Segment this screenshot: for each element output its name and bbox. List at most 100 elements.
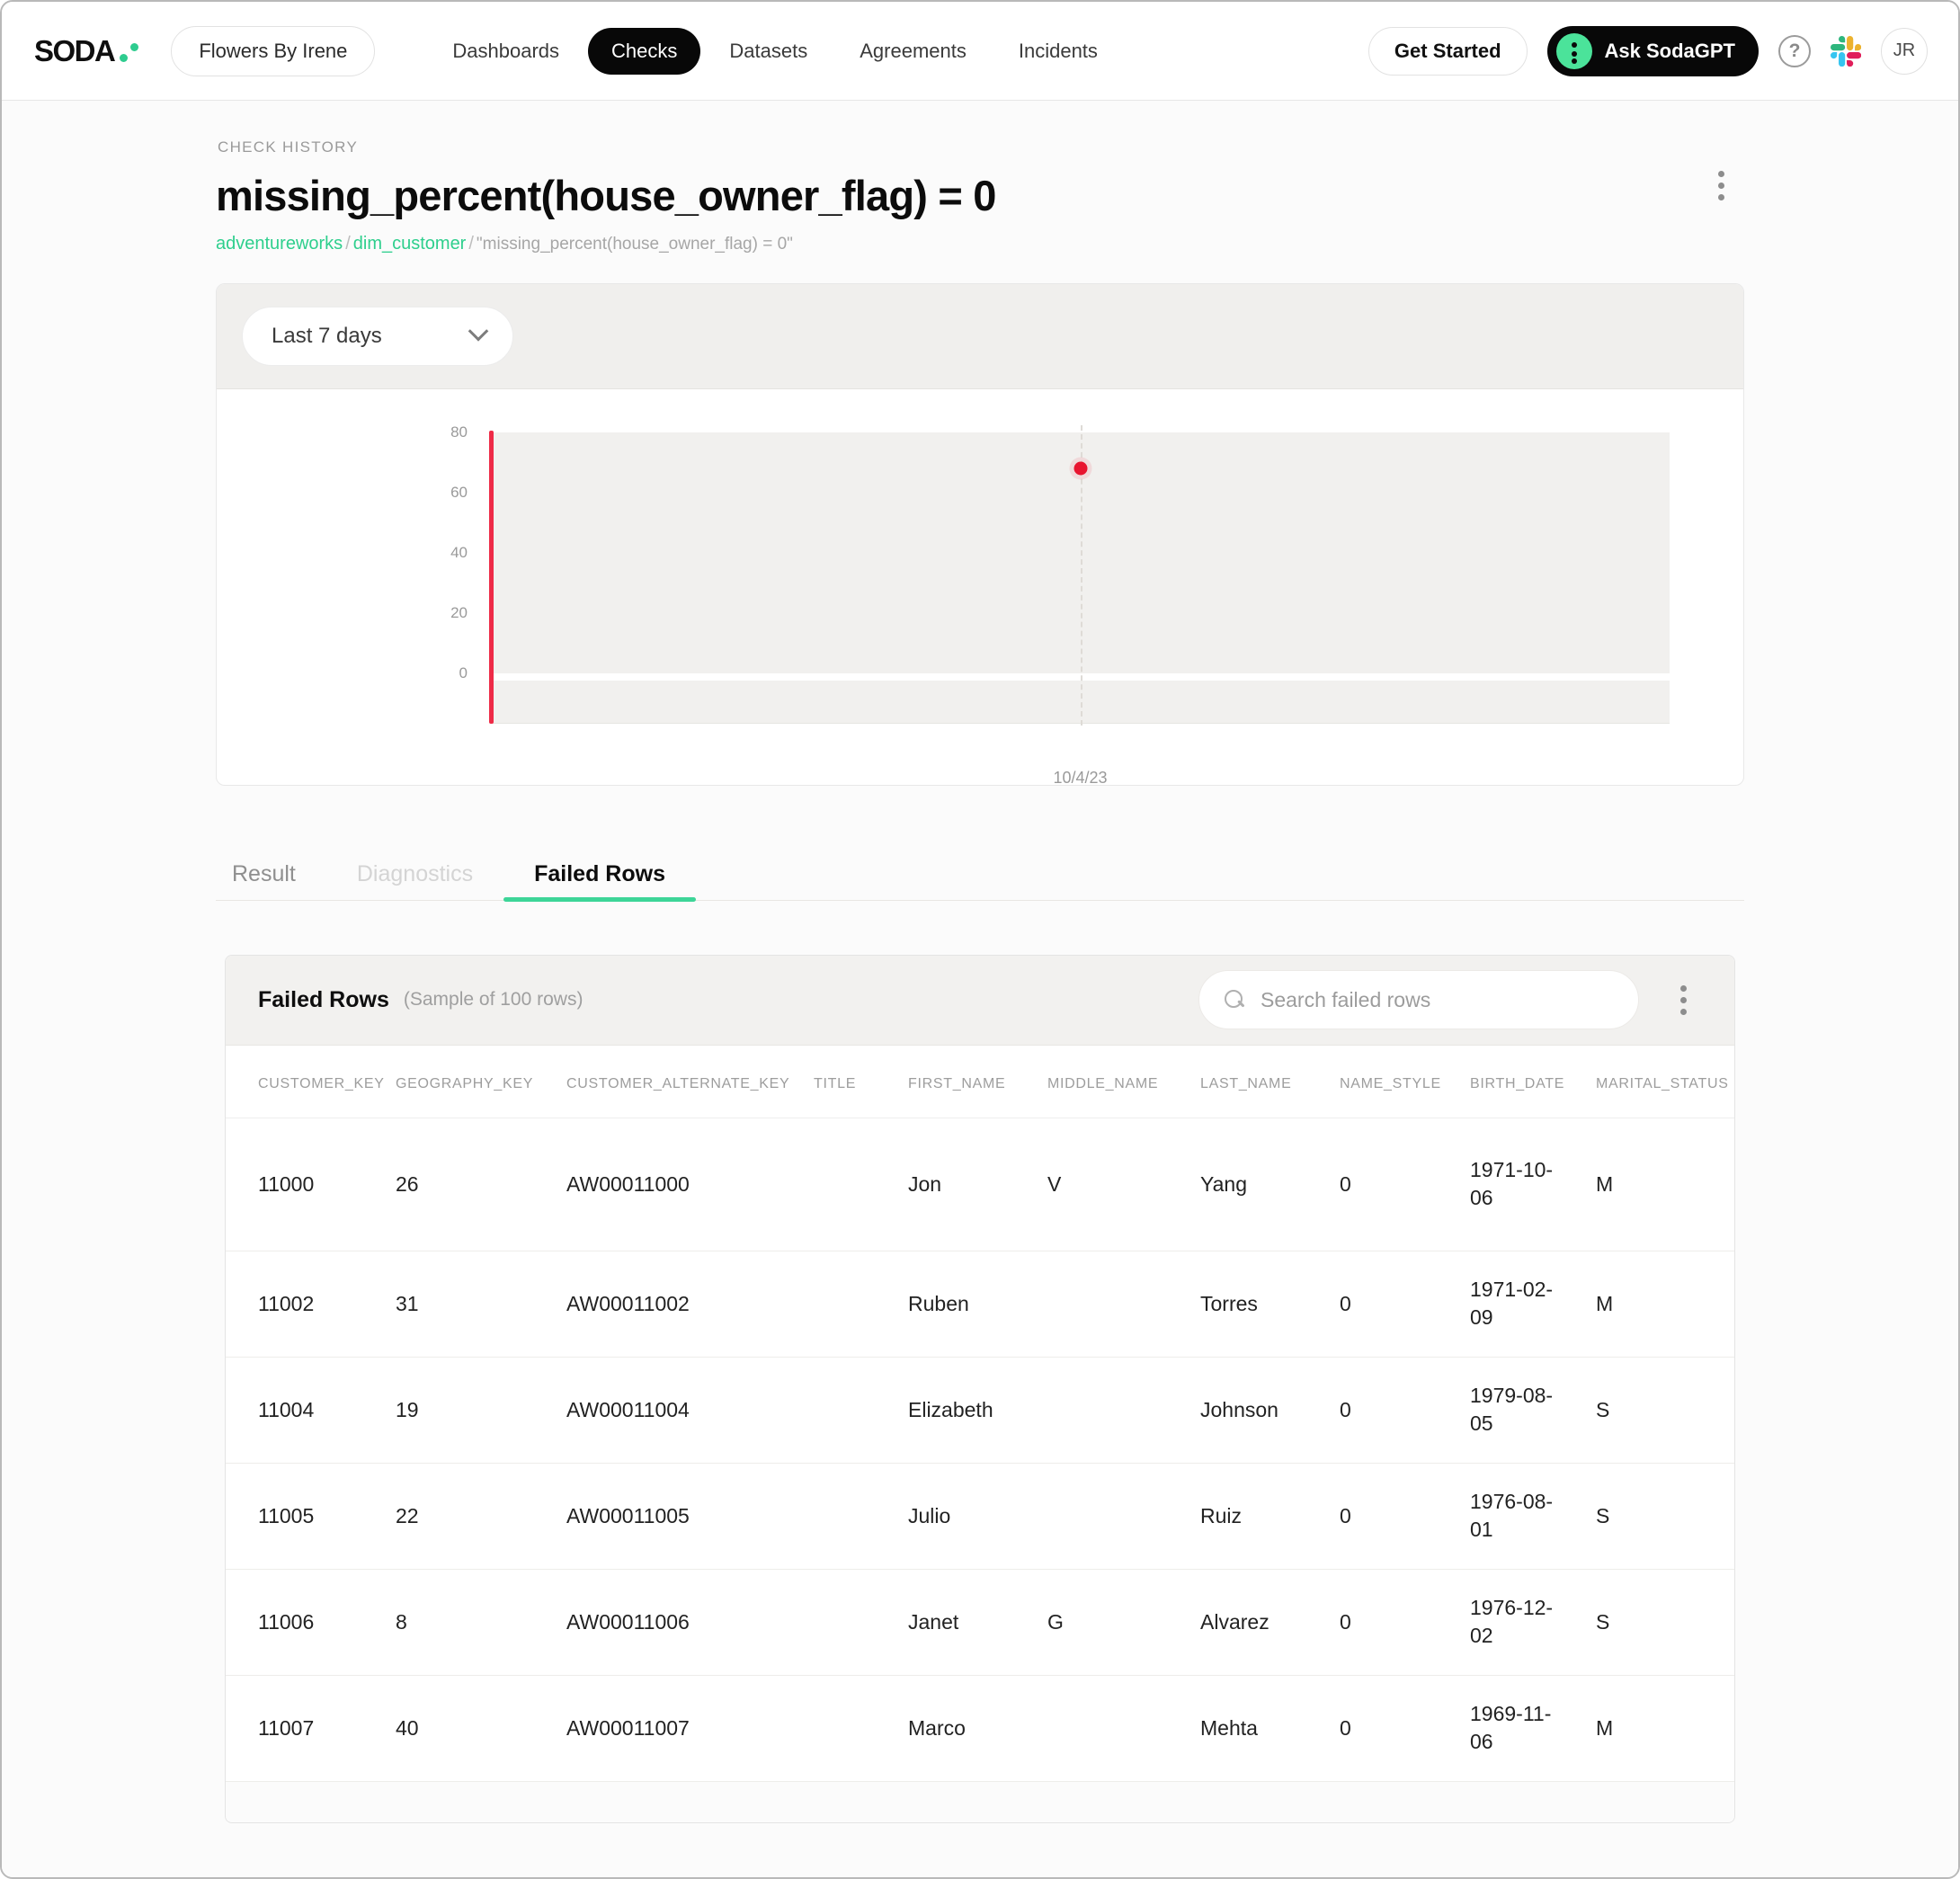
breadcrumb-separator-1: / (345, 233, 351, 254)
cell-title (801, 1569, 895, 1676)
get-started-button[interactable]: Get Started (1368, 26, 1528, 76)
breadcrumb: adventureworks / dim_customer / "missing_per… (216, 234, 1744, 254)
failed-rows-sample-note: (Sample of 100 rows) (403, 989, 584, 1011)
cell-first-name: Janet (895, 1569, 1035, 1676)
cell-middle-name (1035, 1463, 1188, 1570)
breadcrumb-separator-2: / (468, 233, 474, 254)
column-header-geography-key[interactable]: GEOGRAPHY_KEY (383, 1045, 554, 1118)
cell-name-style: 0 (1327, 1251, 1457, 1358)
tab-result[interactable]: Result (216, 862, 326, 900)
cell-last-name: Alvarez (1188, 1569, 1327, 1676)
slack-icon[interactable] (1831, 35, 1861, 67)
table-row[interactable]: 11000 26 AW00011000 Jon V Yang 0 1971-10- 06 M (226, 1118, 1734, 1251)
cell-middle-name (1035, 1251, 1188, 1358)
cell-name-style: 0 (1327, 1569, 1457, 1676)
table-row[interactable]: 11005 22 AW00011005 Julio Ruiz 0 1976-08- 01 S (226, 1463, 1734, 1570)
cell-geography-key: 8 (383, 1569, 554, 1676)
cell-title (801, 1118, 895, 1251)
nav-item-agreements[interactable]: Agreements (836, 28, 990, 75)
column-header-marital-status[interactable]: MARITAL_STATUS (1583, 1045, 1734, 1118)
chart-y-tick-20: 20 (450, 603, 468, 621)
tab-diagnostics[interactable]: Diagnostics (326, 862, 503, 900)
search-failed-rows-box[interactable]: Search failed rows (1198, 970, 1639, 1030)
chart-toolbar: Last 7 days (217, 283, 1743, 389)
help-icon[interactable]: ? (1778, 34, 1811, 67)
chart-y-tick-60: 60 (450, 483, 468, 501)
cell-marital-status: M (1596, 1715, 1614, 1740)
chart-data-point[interactable] (1074, 461, 1087, 476)
sodagpt-avatar-icon (1555, 32, 1592, 69)
cell-last-name: Torres (1188, 1251, 1327, 1358)
failed-rows-title: Failed Rows (258, 986, 389, 1012)
workspace-label: Flowers By Irene (199, 39, 348, 62)
cell-customer-alternate-key: AW00011000 (554, 1118, 801, 1251)
search-input-placeholder: Search failed rows (1261, 987, 1431, 1011)
column-header-last-name[interactable]: LAST_NAME (1188, 1045, 1327, 1118)
cell-last-name: Johnson (1188, 1357, 1327, 1464)
table-row[interactable]: 11004 19 AW00011004 Elizabeth Johnson 0 1979-0… (226, 1357, 1734, 1464)
page-overflow-menu-icon[interactable] (1703, 160, 1739, 210)
nav-item-dashboards[interactable]: Dashboards (429, 28, 583, 75)
logo-wordmark: SODA (34, 33, 116, 67)
soda-logo[interactable]: SODA (34, 33, 139, 68)
cell-title (801, 1675, 895, 1781)
column-header-birth-date[interactable]: BIRTH_DATE (1457, 1045, 1583, 1118)
cell-middle-name: V (1035, 1118, 1188, 1251)
cell-last-name: Yang (1188, 1118, 1327, 1251)
nav-item-incidents[interactable]: Incidents (995, 28, 1121, 75)
column-header-title[interactable]: TITLE (801, 1045, 895, 1118)
avatar-initials: JR (1893, 40, 1916, 60)
chart-y-tick-0: 0 (459, 663, 468, 681)
cell-birth-date: 1976-08- 01 (1457, 1463, 1583, 1570)
user-avatar[interactable]: JR (1881, 27, 1928, 75)
chart-y-tick-40: 40 (450, 543, 468, 561)
chart-plot-area[interactable]: 80 60 40 20 0 10/4/23 (450, 423, 1670, 785)
column-header-customer-alternate-key[interactable]: CUSTOMER_ALTERNATE_KEY (554, 1045, 801, 1118)
top-navigation-bar: SODA Flowers By Irene Dashboards Checks … (2, 2, 1958, 101)
breadcrumb-dataset-link[interactable]: dim_customer (353, 234, 467, 254)
cell-last-name: Mehta (1200, 1715, 1258, 1740)
failed-rows-table-body: 11000 26 AW00011000 Jon V Yang 0 1971-10- 06 M 110… (226, 1118, 1734, 1781)
ask-sodagpt-button[interactable]: Ask SodaGPT (1546, 25, 1759, 76)
ask-sodagpt-label: Ask SodaGPT (1604, 39, 1735, 62)
cell-geography-key: 26 (383, 1118, 554, 1251)
cell-customer-key: 11005 (226, 1463, 383, 1570)
failed-rows-table-head: CUSTOMER_KEY GEOGRAPHY_KEY CUSTOMER_ALTE… (226, 1045, 1734, 1118)
cell-middle-name (1035, 1357, 1188, 1464)
time-range-select[interactable]: Last 7 days (242, 306, 513, 366)
cell-name-style: 0 (1327, 1118, 1457, 1251)
cell-birth-date: 1969-11- 06 (1470, 1702, 1552, 1754)
column-header-middle-name[interactable]: MIDDLE_NAME (1035, 1045, 1188, 1118)
cell-marital-status: S (1583, 1569, 1734, 1676)
failed-rows-table: CUSTOMER_KEY GEOGRAPHY_KEY CUSTOMER_ALTE… (226, 1045, 1734, 1782)
workspace-selector[interactable]: Flowers By Irene (171, 25, 376, 76)
cell-geography-key: 19 (383, 1357, 554, 1464)
cell-middle-name (1035, 1675, 1188, 1781)
cell-customer-alternate-key: AW00011007 (566, 1715, 690, 1740)
chart-body: 80 60 40 20 0 10/4/23 (217, 389, 1743, 785)
cell-title (801, 1357, 895, 1464)
app-window: SODA Flowers By Irene Dashboards Checks … (0, 0, 1960, 1879)
nav-item-checks[interactable]: Checks (588, 27, 701, 75)
cell-customer-alternate-key: AW00011006 (554, 1569, 801, 1676)
tab-failed-rows[interactable]: Failed Rows (503, 862, 696, 903)
table-row[interactable]: 11007 40 AW00011007 Marco Mehta 0 1969-11- 06 M (226, 1675, 1734, 1781)
nav-item-datasets[interactable]: Datasets (706, 28, 831, 75)
cell-birth-date: 1971-10- 06 (1457, 1118, 1583, 1251)
column-header-customer-key[interactable]: CUSTOMER_KEY (226, 1045, 384, 1118)
time-range-value: Last 7 days (272, 323, 382, 348)
cell-first-name: Jon (895, 1118, 1035, 1251)
cell-first-name: Ruben (895, 1251, 1035, 1358)
cell-marital-status: S (1583, 1357, 1734, 1464)
cell-first-name: Julio (895, 1463, 1035, 1570)
table-row[interactable]: 11002 31 AW00011002 Ruben Torres 0 1971-02- 09 M (226, 1251, 1734, 1358)
failed-rows-overflow-menu-icon[interactable] (1670, 984, 1697, 1015)
breadcrumb-datasource-link[interactable]: adventureworks (216, 234, 343, 254)
table-row[interactable]: 11006 8 AW00011006 Janet G Alvarez 0 1976-12- 02… (226, 1569, 1734, 1676)
cell-customer-alternate-key: AW00011005 (554, 1463, 801, 1570)
column-header-first-name[interactable]: FIRST_NAME (895, 1045, 1035, 1118)
column-header-name-style[interactable]: NAME_STYLE (1327, 1045, 1457, 1118)
failed-rows-card: Failed Rows (Sample of 100 rows) Search … (225, 954, 1735, 1824)
breadcrumb-eyebrow: CHECK HISTORY (218, 138, 359, 156)
page-title: missing_percent(house_owner_flag) = 0 (216, 172, 996, 219)
